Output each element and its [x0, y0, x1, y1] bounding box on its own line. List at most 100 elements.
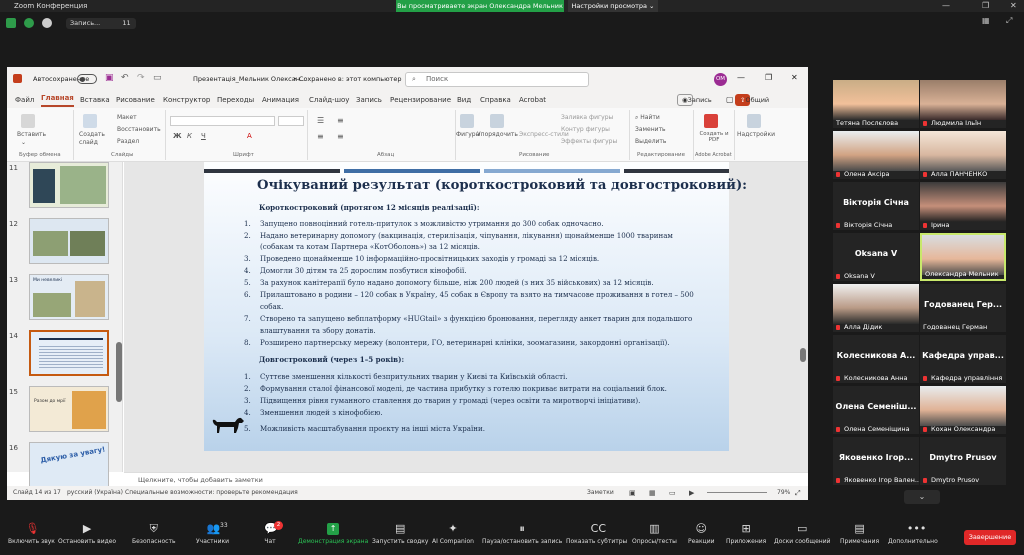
slideshow-icon[interactable]: ▶ — [689, 486, 694, 500]
notes-button[interactable]: ▤ Примечания — [840, 523, 879, 546]
gallery-next-page-button[interactable]: ⌄ — [904, 490, 940, 504]
end-meeting-button[interactable]: Завершение — [964, 530, 1016, 545]
select-button[interactable]: Выделить — [635, 138, 666, 145]
participant-tile[interactable]: Олена Семеніш... Олена Семеніщина — [833, 386, 919, 434]
participant-tile[interactable]: Oksana V Oksana V — [833, 233, 919, 281]
security-button[interactable]: ⛨ Безопасность — [132, 523, 176, 546]
list-text[interactable]: Домогли 30 дітям та 25 дорослим позбутис… — [260, 266, 467, 275]
unmute-button[interactable]: 🎙 Включить звук — [8, 523, 55, 546]
chevron-down-icon[interactable]: ⌄ — [21, 139, 26, 146]
list-text[interactable]: Зменшення людей з кінофобією. — [260, 408, 383, 417]
avatar[interactable]: OM — [714, 73, 727, 86]
replace-button[interactable]: Заменить — [635, 126, 666, 133]
tab-review[interactable]: Рецензирование — [390, 92, 451, 108]
new-slide-icon[interactable] — [83, 114, 97, 128]
participant-tile[interactable]: Вікторія Січна Вікторія Січна — [833, 182, 919, 230]
font-name-select[interactable] — [170, 116, 275, 126]
slide-thumbnail-16[interactable]: Дякую за увагу! — [29, 442, 109, 488]
notes-pane[interactable]: Щелкните, чтобы добавить заметки — [124, 472, 808, 486]
cloud-icon[interactable] — [42, 18, 52, 28]
share-screen-button[interactable]: ↑ Демонстрация экрана — [298, 523, 368, 545]
thumb-scrollbar[interactable] — [116, 342, 122, 402]
participant-tile[interactable]: Колесникова А... Колесникова Анна — [833, 335, 919, 383]
tab-home[interactable]: Главная — [41, 92, 74, 107]
long-term-heading[interactable]: Довгостроковий (через 1–5 років): — [259, 355, 404, 364]
list-text[interactable]: Прилаштовано в родини – 120 собак в Укра… — [260, 290, 694, 299]
recording-indicator[interactable]: Запись... 11 — [66, 18, 136, 29]
participant-tile[interactable]: Ірина — [920, 182, 1006, 230]
participant-tile[interactable]: Алла ПАНЧЕНКО — [920, 131, 1006, 179]
participant-tile[interactable]: Кафедра управ... Кафедра управління — [920, 335, 1006, 383]
minimize-icon[interactable]: — — [942, 0, 950, 12]
list-text[interactable]: Суттєве зменшення кількості безпритульни… — [260, 372, 568, 381]
list-text[interactable]: влаштування та збору донатів. — [260, 326, 376, 335]
list-text[interactable]: (собакам та котам Партнера «КотОболонь»)… — [260, 242, 480, 251]
list-text[interactable]: Запущено повноцінний готель-притулок з м… — [260, 219, 604, 228]
participant-tile[interactable]: Яковенко Ігор... Яковенко Ігор Вален... — [833, 437, 919, 485]
participant-tile[interactable]: Олена Аксіра — [833, 131, 919, 179]
autosave-toggle[interactable] — [77, 74, 97, 84]
tab-animations[interactable]: Анимация — [262, 92, 299, 108]
tab-file[interactable]: Файл — [15, 92, 34, 108]
shape-effects-button[interactable]: Эффекты фигуры — [561, 138, 617, 145]
participant-tile-active-speaker[interactable]: Олександра Мельник — [920, 233, 1006, 281]
bold-icon[interactable]: Ж — [173, 132, 182, 140]
list-text[interactable]: Підвищення рівня гуманного ставлення до … — [260, 396, 640, 405]
close-icon[interactable]: ✕ — [1010, 0, 1017, 12]
slide-thumbnail-15[interactable]: Разом до мрії — [29, 386, 109, 432]
view-icon[interactable]: ▦ — [982, 16, 990, 25]
comments-icon[interactable]: ▢ — [726, 92, 734, 108]
ai-companion-button[interactable]: ✦ AI Companion — [432, 523, 474, 546]
layout-button[interactable]: Макет — [117, 114, 137, 121]
arrange-icon[interactable] — [490, 114, 504, 128]
notes-toggle[interactable]: Заметки — [587, 486, 614, 500]
list-text[interactable]: Розширено партнерську мережу (волонтери,… — [260, 338, 670, 347]
apps-button[interactable]: ⊞ Приложения — [726, 523, 766, 546]
save-icon[interactable]: ▣ — [105, 73, 114, 83]
minimize-icon[interactable]: — — [737, 73, 745, 82]
fit-slide-icon[interactable]: ⤢ — [795, 486, 801, 500]
addins-icon[interactable] — [747, 114, 761, 128]
maximize-icon[interactable]: ❐ — [982, 0, 989, 12]
close-icon[interactable]: ✕ — [791, 73, 798, 82]
font-size-select[interactable] — [278, 116, 304, 126]
polls-button[interactable]: ▥ Опросы/тесты — [632, 523, 677, 546]
numbering-icon[interactable]: ≡ — [337, 116, 344, 125]
participant-tile[interactable]: Алла Дідик — [833, 284, 919, 332]
italic-icon[interactable]: К — [187, 132, 192, 140]
language-status[interactable]: русский (Україна) — [67, 486, 123, 500]
slide-thumbnail-12[interactable] — [29, 218, 109, 264]
summary-button[interactable]: ▤ Запустить сводку — [372, 523, 428, 546]
participant-tile[interactable]: Кохан Олександра — [920, 386, 1006, 434]
list-text[interactable]: Створено та запущено вебплатформу «HUGta… — [260, 314, 692, 323]
redo-icon[interactable]: ↷ — [137, 73, 145, 83]
list-text[interactable]: Формування сталої фінансової моделі, де … — [260, 384, 667, 393]
whiteboards-button[interactable]: ▭ Доски сообщений — [774, 523, 831, 546]
slide-thumbnail-11[interactable] — [29, 162, 109, 208]
find-button[interactable]: ⌕ Найти — [635, 114, 660, 122]
view-options-button[interactable]: Настройки просмотра ⌄ — [568, 0, 658, 12]
align-left-icon[interactable]: ≡ — [317, 132, 324, 141]
more-button[interactable]: ••• Дополнительно — [888, 523, 938, 546]
tab-design[interactable]: Конструктор — [163, 92, 210, 108]
reset-button[interactable]: Восстановить — [117, 126, 161, 133]
align-center-icon[interactable]: ≡ — [337, 132, 344, 141]
record-button[interactable]: ◉ Запись — [677, 94, 712, 106]
short-term-heading[interactable]: Короткостроковий (протягом 12 місяців ре… — [259, 203, 479, 212]
tab-record[interactable]: Запись — [356, 92, 382, 108]
tab-help[interactable]: Справка — [480, 92, 511, 108]
list-text[interactable]: Проведено щонайменше 10 інформаційно-про… — [260, 254, 599, 263]
tab-draw[interactable]: Рисование — [116, 92, 155, 108]
expand-icon[interactable]: ⤢ — [1006, 16, 1012, 26]
participant-tile[interactable]: Dmytro Prusov Dmytro Prusov — [920, 437, 1006, 485]
slide-sorter-icon[interactable]: ▦ — [649, 486, 656, 500]
save-status[interactable]: • Сохранено в: этот компьютер — [293, 75, 401, 83]
reading-view-icon[interactable]: ▭ — [669, 486, 676, 500]
start-from-beginning-icon[interactable]: ▭ — [153, 73, 162, 83]
slide-scrollbar[interactable] — [800, 348, 806, 362]
list-text[interactable]: Можливість масштабування проєкту на інші… — [260, 424, 485, 433]
zoom-slider[interactable] — [707, 492, 767, 493]
list-text[interactable]: Надано ветеринарну допомогу (вакцинація,… — [260, 231, 673, 240]
shape-outline-button[interactable]: Контур фигуры — [561, 126, 610, 133]
underline-icon[interactable]: Ч — [201, 132, 206, 140]
